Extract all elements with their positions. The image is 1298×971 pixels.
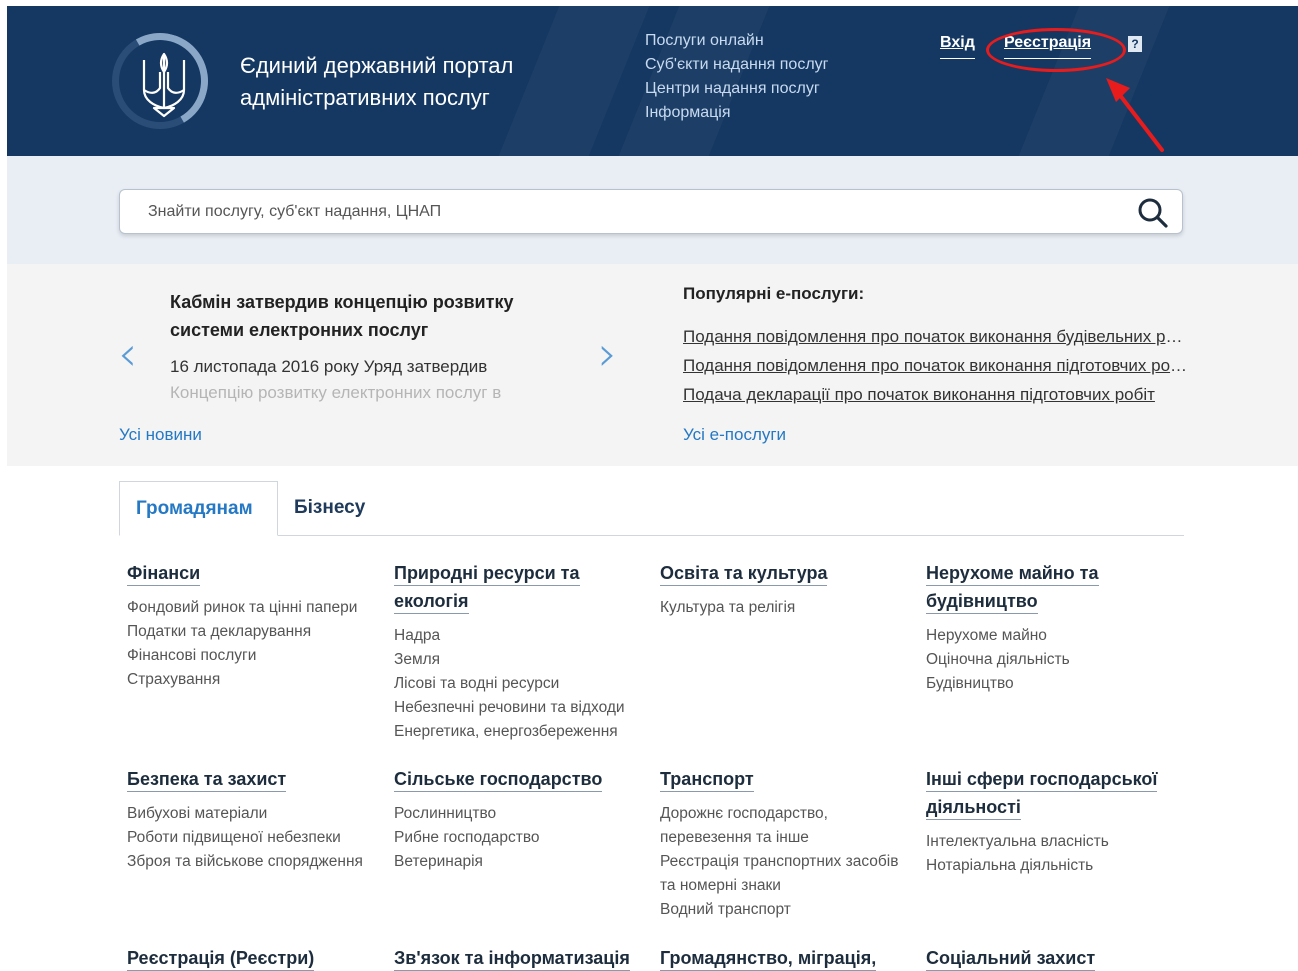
category-item-link[interactable]: Енергетика, енергозбереження (394, 720, 644, 744)
popular-services-heading: Популярні е-послуги: (683, 284, 865, 303)
nav-information[interactable]: Інформація (645, 101, 829, 125)
category-title[interactable]: Освіта та культура (660, 560, 905, 588)
category-title[interactable]: Транспорт (660, 766, 905, 794)
category-title-text: Сільське господарство (394, 769, 603, 792)
category-title[interactable]: Громадянство, міграція, (660, 945, 905, 971)
category-item-link[interactable]: Небезпечні речовини та відходи (394, 696, 644, 720)
category-block: Освіта та культура Культура та релігія (660, 560, 905, 620)
popular-service-link[interactable]: Подання повідомлення про початок виконан… (683, 351, 1188, 380)
search-input[interactable] (148, 198, 1108, 226)
search-icon[interactable] (1136, 196, 1170, 230)
category-title-text: Освіта та культура (660, 563, 828, 586)
category-item-link[interactable]: Рибне господарство (394, 826, 644, 850)
portal-title-line1: Єдиний державний портал (240, 53, 514, 78)
category-title-text: Громадянство, міграція, (660, 948, 877, 971)
category-item-link[interactable]: Оціночна діяльність (926, 648, 1171, 672)
category-item-link[interactable]: Податки та декларування (127, 620, 372, 644)
category-item-link[interactable]: Надра (394, 624, 644, 648)
login-link[interactable]: Вхід (940, 34, 975, 59)
category-title[interactable]: Соціальний захист (926, 945, 1171, 971)
news-excerpt: 16 листопада 2016 року Уряд затвердив Ко… (170, 354, 590, 406)
category-items: Нерухоме майно Оціночна діяльність Будівни… (926, 624, 1171, 696)
category-item-link[interactable]: Ветеринарія (394, 850, 644, 874)
category-block: Нерухоме майно та будівництво Нерухоме ма… (926, 560, 1171, 696)
category-title[interactable]: Інші сфери господарської діяльності (926, 766, 1171, 822)
category-items: Фондовий ринок та цінні папери Податки та… (127, 596, 372, 692)
category-item-link[interactable]: Фондовий ринок та цінні папери (127, 596, 372, 620)
category-title-text: Безпека та захист (127, 769, 287, 792)
tab-business[interactable]: Бізнесу (278, 481, 381, 536)
category-item-link[interactable]: Культура та релігія (660, 596, 905, 620)
category-title-text: Інші сфери господарської діяльності (926, 769, 1158, 820)
annotation-arrow-icon (1106, 78, 1164, 152)
category-items: Культура та релігія (660, 596, 905, 620)
news-title[interactable]: Кабмін затвердив концепцію розвитку сист… (170, 288, 590, 344)
nav-online-services[interactable]: Послуги онлайн (645, 29, 829, 53)
category-block: Реєстрація (Реєстри) (127, 945, 372, 971)
category-title-text: Реєстрація (Реєстри) (127, 948, 315, 971)
category-item-link[interactable]: Нотаріальна діяльність (926, 854, 1171, 878)
category-item-link[interactable]: Рослинництво (394, 802, 644, 826)
category-item-link[interactable]: Земля (394, 648, 644, 672)
category-block: Природні ресурси та екологія Надра Земля Лі… (394, 560, 644, 744)
nav-service-providers[interactable]: Суб'єкти надання послуг (645, 53, 829, 77)
all-news-link[interactable]: Усі новини (119, 425, 202, 445)
category-item-link[interactable]: Інтелектуальна власність (926, 830, 1171, 854)
category-block: Транспорт Дорожнє господарство, перевезен… (660, 766, 905, 922)
nav-service-centers[interactable]: Центри надання послуг (645, 77, 829, 101)
trident-logo-icon[interactable] (136, 50, 192, 120)
category-title[interactable]: Безпека та захист (127, 766, 372, 794)
category-block: Зв'язок та інформатизація (394, 945, 644, 971)
category-item-link[interactable]: Реєстрація транспортних засобів та номер… (660, 850, 905, 898)
category-item-link[interactable]: Роботи підвищеної небезпеки (127, 826, 372, 850)
category-title-text: Фінанси (127, 563, 201, 586)
category-block: Безпека та захист Вибухові матеріали Робот… (127, 766, 372, 874)
category-items: Вибухові матеріали Роботи підвищеної небе… (127, 802, 372, 874)
portal-title[interactable]: Єдиний державний портал адміністративних… (240, 50, 600, 114)
category-title[interactable]: Фінанси (127, 560, 372, 588)
category-item-link[interactable]: Водний транспорт (660, 898, 905, 922)
category-title-text: Природні ресурси та екологія (394, 563, 580, 614)
news-prev-button[interactable]: ‹ (118, 330, 137, 378)
category-item-link[interactable]: Лісові та водні ресурси (394, 672, 644, 696)
all-eservices-link[interactable]: Усі е-послуги (683, 425, 786, 445)
category-title[interactable]: Сільське господарство (394, 766, 644, 794)
category-item-link[interactable]: Нерухоме майно (926, 624, 1171, 648)
category-title[interactable]: Реєстрація (Реєстри) (127, 945, 372, 971)
category-block: Фінанси Фондовий ринок та цінні папери Под… (127, 560, 372, 692)
category-block: Сільське господарство Рослинництво Рибне г… (394, 766, 644, 874)
news-excerpt-line2: Концепцію розвитку електронних послуг в (170, 383, 502, 402)
category-item-link[interactable]: Вибухові матеріали (127, 802, 372, 826)
category-item-link[interactable]: Зброя та військове спорядження (127, 850, 372, 874)
popular-service-link[interactable]: Подача декларації про початок виконання … (683, 380, 1188, 409)
category-title-text: Транспорт (660, 769, 754, 792)
category-items: Інтелектуальна власність Нотаріальна діял… (926, 830, 1171, 878)
category-items: Дорожнє господарство, перевезення та інш… (660, 802, 905, 922)
news-next-button[interactable]: › (598, 330, 617, 378)
portal-title-line2: адміністративних послуг (240, 85, 490, 110)
category-block: Громадянство, міграція, (660, 945, 905, 971)
category-title-text: Зв'язок та інформатизація (394, 948, 630, 971)
annotation-highlight-ellipse (986, 28, 1126, 72)
top-nav: Послуги онлайн Суб'єкти надання послуг Ц… (645, 29, 829, 125)
category-item-link[interactable]: Фінансові послуги (127, 644, 372, 668)
category-title-text: Соціальний захист (926, 948, 1096, 971)
popular-service-link[interactable]: Подання повідомлення про початок виконан… (683, 322, 1188, 351)
category-items: Надра Земля Лісові та водні ресурси Небезпе… (394, 624, 644, 744)
popular-services-list: Подання повідомлення про початок виконан… (683, 322, 1188, 409)
help-icon[interactable]: ? (1128, 36, 1142, 52)
search-box (119, 189, 1183, 234)
category-title-text: Нерухоме майно та будівництво (926, 563, 1099, 614)
category-item-link[interactable]: Будівництво (926, 672, 1171, 696)
category-item-link[interactable]: Дорожнє господарство, перевезення та інш… (660, 802, 905, 850)
category-block: Інші сфери господарської діяльності Інтел… (926, 766, 1171, 878)
category-title[interactable]: Зв'язок та інформатизація (394, 945, 644, 971)
tab-citizens[interactable]: Громадянам (119, 481, 278, 536)
category-title[interactable]: Природні ресурси та екологія (394, 560, 644, 616)
news-excerpt-line1: 16 листопада 2016 року Уряд затвердив (170, 357, 488, 376)
category-block: Соціальний захист (926, 945, 1171, 971)
category-items: Рослинництво Рибне господарство Ветеринарі… (394, 802, 644, 874)
category-item-link[interactable]: Страхування (127, 668, 372, 692)
category-title[interactable]: Нерухоме майно та будівництво (926, 560, 1171, 616)
